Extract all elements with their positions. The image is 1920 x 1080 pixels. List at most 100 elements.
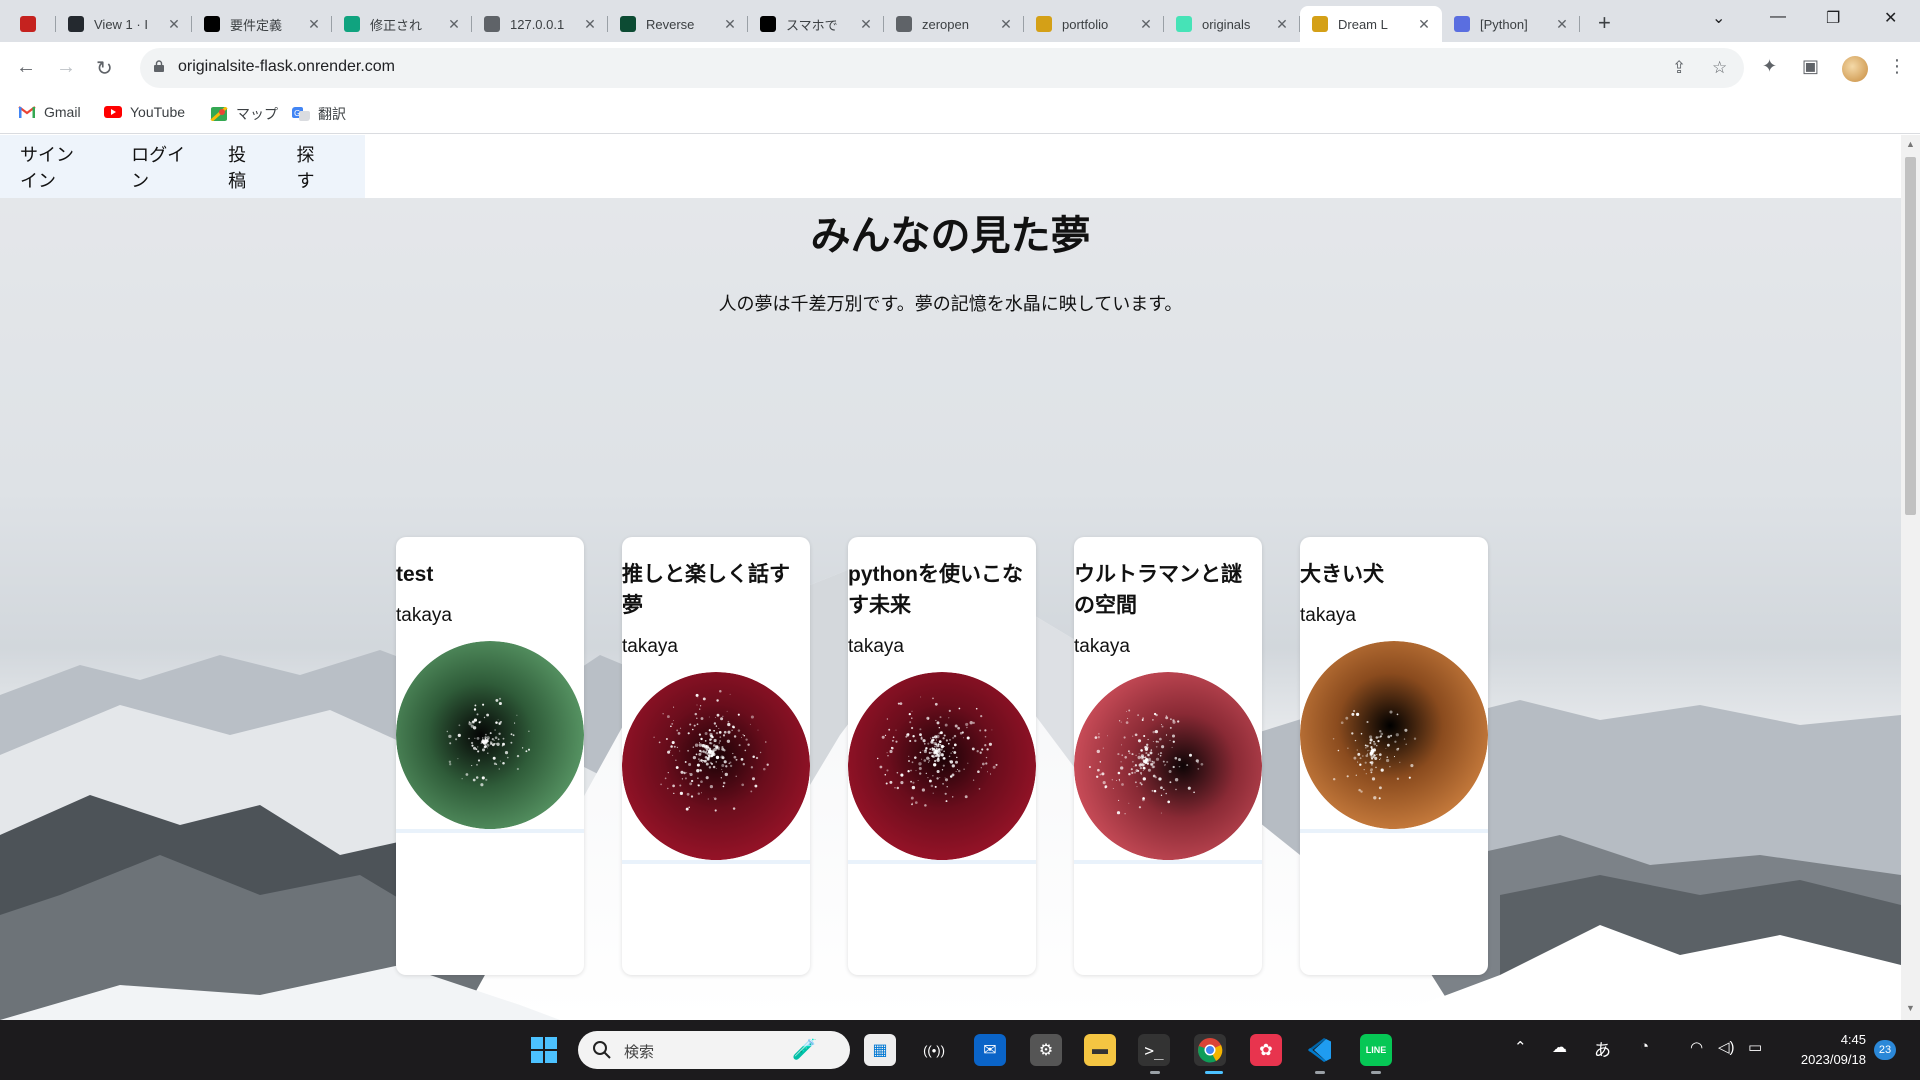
bookmark-youtube[interactable]: YouTube xyxy=(104,104,185,120)
reload-button[interactable]: ↻ xyxy=(96,56,113,81)
close-tab-icon[interactable]: ✕ xyxy=(858,16,874,33)
browser-tab[interactable] xyxy=(8,6,56,42)
dream-card[interactable]: ウルトラマンと謎の空間 takaya xyxy=(1074,537,1262,975)
wifi-icon[interactable]: ◠ xyxy=(1690,1038,1703,1056)
coin-icon xyxy=(1036,16,1052,32)
ime-indicator[interactable]: あ xyxy=(1594,1036,1611,1061)
mail-icon[interactable]: ✉ xyxy=(974,1034,1006,1066)
vscode-icon[interactable] xyxy=(1304,1034,1336,1066)
ime-mode-icon[interactable]: ◔ xyxy=(1640,1038,1649,1055)
back-button[interactable]: ← xyxy=(16,56,36,79)
file-explorer-icon[interactable]: ▬ xyxy=(1084,1034,1116,1066)
dream-author: takaya xyxy=(396,605,452,626)
close-tab-icon[interactable]: ✕ xyxy=(446,16,462,33)
line-icon[interactable]: LINE xyxy=(1360,1034,1392,1066)
dream-title: 大きい犬 xyxy=(1300,563,1384,586)
windows-taskbar: 検索 🧪 ▦ ((•)) ✉ ⚙ ▬ >_ ✿ LINE ⌃ ☁ あ ◔ ◠ ◁… xyxy=(0,1020,1920,1080)
browser-tab[interactable]: スマホで ✕ xyxy=(748,6,884,42)
page-title: みんなの見た夢 xyxy=(810,214,1091,258)
close-tab-icon[interactable]: ✕ xyxy=(1138,16,1154,33)
nav-post[interactable]: 投稿 xyxy=(228,141,256,193)
taskbar-search[interactable]: 検索 🧪 xyxy=(578,1031,850,1069)
youtube-icon xyxy=(104,106,122,118)
nav-explore[interactable]: 探す xyxy=(297,141,325,193)
battery-icon[interactable]: ▭ xyxy=(1748,1038,1762,1056)
notion-icon xyxy=(204,16,220,32)
tab-title: Dream L xyxy=(1338,16,1388,32)
browser-tab[interactable]: zeropen ✕ xyxy=(884,6,1024,42)
close-tab-icon[interactable]: ✕ xyxy=(1554,16,1570,33)
orb-graphic xyxy=(396,641,584,829)
tab-title: 127.0.0.1 xyxy=(510,16,565,32)
bookmark-gmail[interactable]: Gmail xyxy=(18,104,81,120)
bookmark-maps[interactable]: マップ xyxy=(210,104,278,124)
book-icon xyxy=(20,16,36,32)
search-highlight-icon: 🧪 xyxy=(792,1039,817,1061)
onedrive-icon[interactable]: ☁ xyxy=(1552,1038,1567,1056)
tab-title: Reverse xyxy=(646,16,695,32)
close-tab-icon[interactable]: ✕ xyxy=(1274,16,1290,33)
bookmark-translate[interactable]: G 翻訳 xyxy=(292,104,346,124)
nav-login[interactable]: ログイン xyxy=(131,141,188,193)
clock-date: 2023/09/18 xyxy=(1800,1052,1866,1067)
notification-badge[interactable]: 23 xyxy=(1874,1040,1896,1060)
tray-overflow-icon[interactable]: ⌃ xyxy=(1514,1038,1527,1056)
close-tab-icon[interactable]: ✕ xyxy=(998,16,1014,33)
browser-tab[interactable]: Reverse ✕ xyxy=(608,6,748,42)
dream-card[interactable]: pythonを使いこなす未来 takaya xyxy=(848,537,1036,975)
close-tab-icon[interactable]: ✕ xyxy=(582,16,598,33)
chrome-icon[interactable] xyxy=(1194,1034,1226,1066)
broadcast-icon[interactable]: ((•)) xyxy=(918,1034,950,1066)
share-icon[interactable]: ⇪ xyxy=(1672,58,1686,78)
close-tab-icon[interactable]: ✕ xyxy=(722,16,738,33)
close-window-button[interactable]: ✕ xyxy=(1884,8,1897,28)
menu-icon[interactable]: ⋮ xyxy=(1888,56,1906,77)
side-panel-icon[interactable]: ▣ xyxy=(1802,56,1819,77)
browser-tab[interactable]: 要件定義 ✕ xyxy=(192,6,332,42)
start-icon[interactable] xyxy=(528,1034,560,1066)
svg-text:G: G xyxy=(294,109,300,118)
maps-icon xyxy=(210,107,228,121)
page-viewport: サインイン ログイン 投稿 探す みんなの見た夢 人の夢は千差万別です。夢の記憶… xyxy=(0,135,1901,1020)
profile-avatar[interactable] xyxy=(1842,56,1868,82)
address-bar[interactable]: originalsite-flask.onrender.com ⇪ ☆ xyxy=(140,48,1744,88)
scroll-thumb[interactable] xyxy=(1905,157,1916,515)
browser-tab[interactable]: 修正され ✕ xyxy=(332,6,472,42)
browser-tab[interactable]: [Python] ✕ xyxy=(1442,6,1580,42)
card-divider xyxy=(848,860,1036,864)
store-icon[interactable]: ▦ xyxy=(864,1034,896,1066)
settings-icon[interactable]: ⚙ xyxy=(1030,1034,1062,1066)
browser-tab[interactable]: Dream L ✕ xyxy=(1300,6,1442,42)
scroll-up-icon[interactable]: ▲ xyxy=(1906,139,1915,149)
card-divider xyxy=(622,860,810,864)
browser-tab[interactable]: View 1 · I ✕ xyxy=(56,6,192,42)
nav-signin[interactable]: サインイン xyxy=(20,141,91,193)
tab-search-icon[interactable]: ⌄ xyxy=(1712,8,1725,28)
chatgpt-icon xyxy=(344,16,360,32)
close-tab-icon[interactable]: ✕ xyxy=(166,16,182,33)
restore-button[interactable]: ❐ xyxy=(1826,8,1840,28)
taskbar-clock[interactable]: 4:45 2023/09/18 xyxy=(1786,1030,1866,1070)
minimize-button[interactable]: — xyxy=(1770,8,1786,26)
new-tab-button[interactable]: + xyxy=(1598,10,1611,36)
dream-card[interactable]: 推しと楽しく話す夢 takaya xyxy=(622,537,810,975)
orb-graphic xyxy=(622,672,810,860)
browser-tab[interactable]: originals ✕ xyxy=(1164,6,1300,42)
scroll-down-icon[interactable]: ▼ xyxy=(1906,1003,1915,1013)
page-scrollbar[interactable]: ▲ ▼ xyxy=(1901,135,1920,1020)
bookmark-star-icon[interactable]: ☆ xyxy=(1712,58,1727,78)
qiita-icon xyxy=(1454,16,1470,32)
photo-app-icon[interactable]: ✿ xyxy=(1250,1034,1282,1066)
tab-title: スマホで xyxy=(786,17,838,33)
dream-card[interactable]: 大きい犬 takaya xyxy=(1300,537,1488,975)
dream-card[interactable]: test takaya xyxy=(396,537,584,975)
close-tab-icon[interactable]: ✕ xyxy=(1416,16,1432,33)
volume-icon[interactable]: ◁) xyxy=(1718,1038,1735,1056)
lock-icon xyxy=(154,60,164,72)
browser-tab[interactable]: 127.0.0.1 ✕ xyxy=(472,6,608,42)
close-tab-icon[interactable]: ✕ xyxy=(306,16,322,33)
forward-button[interactable]: → xyxy=(56,56,76,79)
browser-tab[interactable]: portfolio ✕ xyxy=(1024,6,1164,42)
terminal-icon[interactable]: >_ xyxy=(1138,1034,1170,1066)
extensions-icon[interactable]: ✦ xyxy=(1762,56,1777,77)
